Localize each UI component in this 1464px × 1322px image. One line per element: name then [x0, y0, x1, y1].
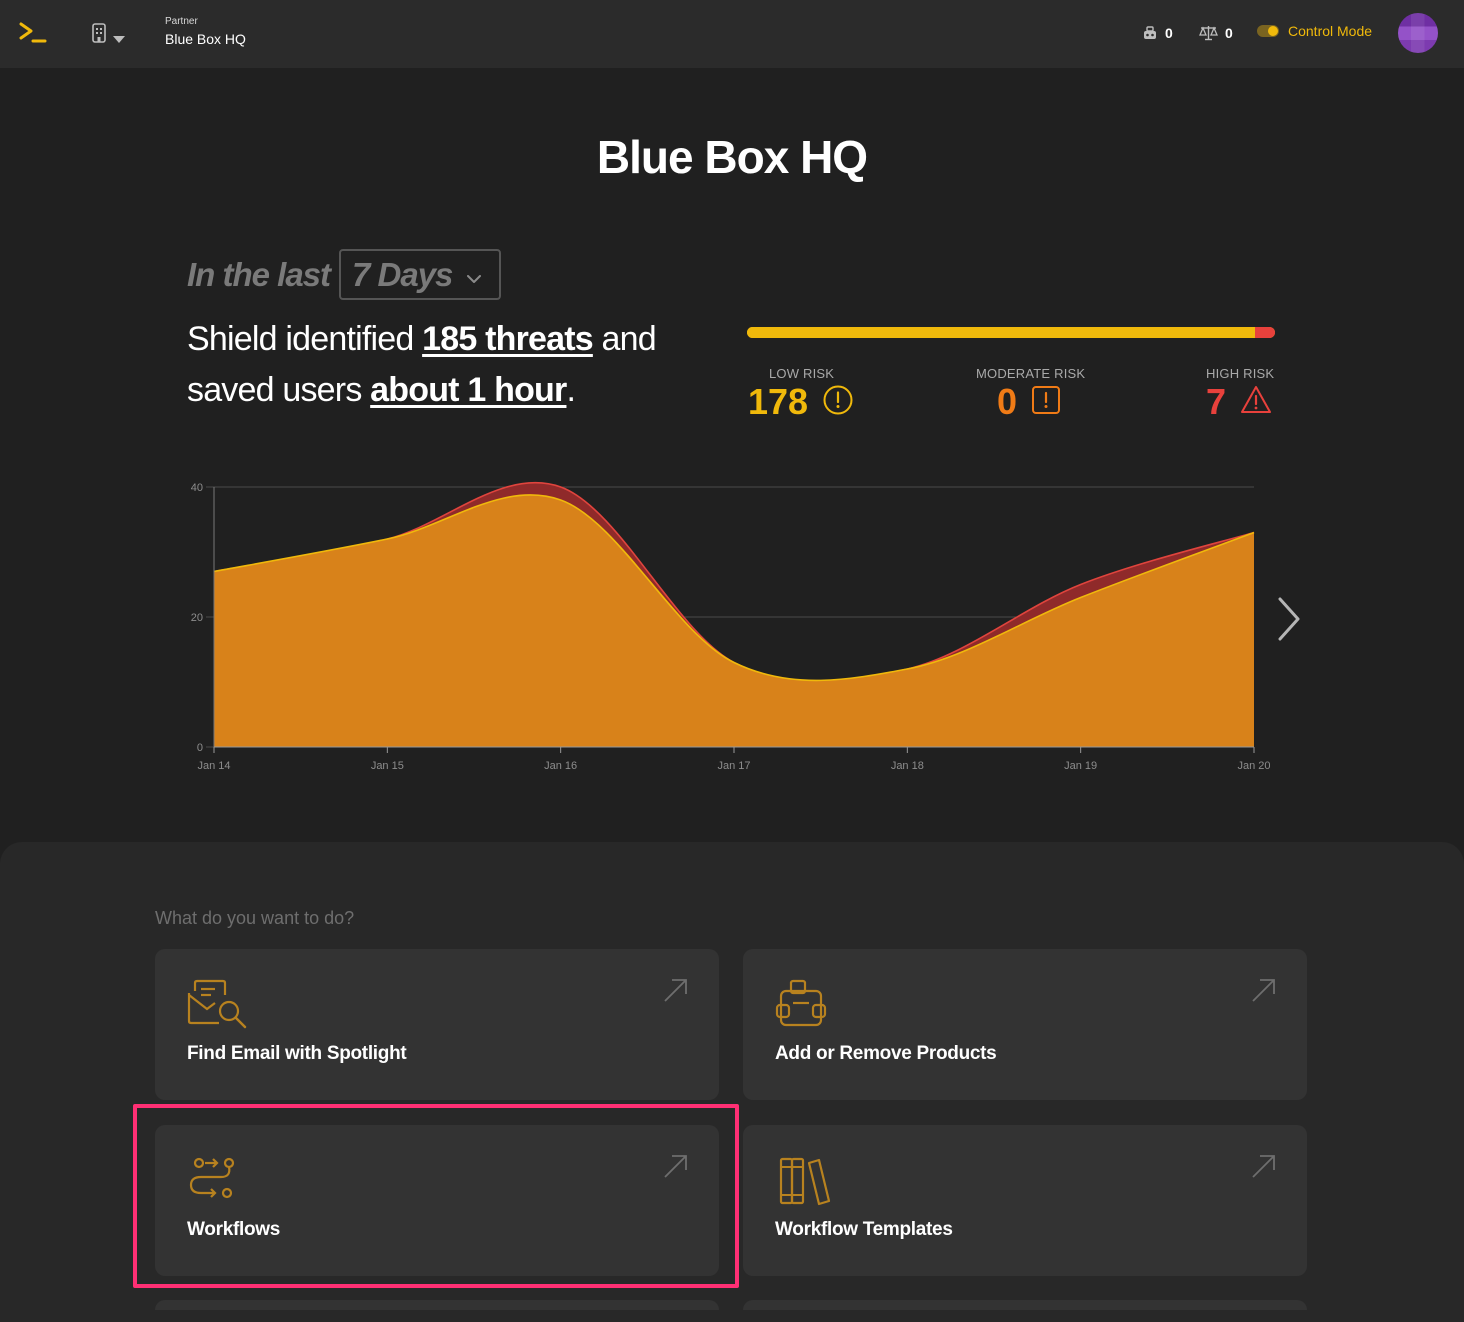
series-area-low [214, 494, 1254, 747]
action-card-workflow-templates[interactable]: Workflow Templates [743, 1125, 1307, 1276]
robot-count: 0 [1165, 25, 1173, 41]
x-tick-label: Jan 15 [371, 760, 404, 772]
user-avatar[interactable] [1398, 13, 1438, 53]
action-card-workflows[interactable]: Workflows [155, 1125, 719, 1276]
card-label: Workflow Templates [775, 1219, 953, 1240]
threats-link[interactable]: 185 threats [422, 320, 594, 358]
threats-area-chart: 02040 Jan 14 Jan 15 Jan 16 Jan 17 Jan 18 Jan … [191, 481, 1270, 772]
card-label: Find Email with Spotlight [187, 1043, 407, 1064]
period-select[interactable]: 7 Days [339, 249, 501, 300]
high-risk-stat[interactable]: HIGH RISK 7 [1206, 366, 1274, 423]
y-tick-label: 20 [191, 612, 203, 624]
chevron-right-icon[interactable] [1272, 595, 1304, 643]
page-title: Blue Box HQ [596, 131, 868, 183]
partner-info: Partner Blue Box HQ [165, 16, 246, 49]
package-icon [773, 977, 837, 1033]
summary-text: . [566, 371, 576, 409]
robot-counter[interactable]: 0 [1142, 24, 1173, 42]
summary-text: Shield identified [187, 320, 423, 358]
x-tick-label: Jan 17 [717, 760, 750, 772]
x-tick-label: Jan 14 [197, 760, 230, 772]
moderate-risk-label: MODERATE RISK [976, 366, 1086, 381]
terminal-prompt-icon[interactable] [18, 20, 48, 46]
low-risk-value: 178 [748, 381, 809, 422]
books-icon [773, 1153, 837, 1209]
robot-icon [1142, 25, 1158, 41]
control-mode-toggle[interactable]: Control Mode [1257, 23, 1372, 39]
scales-icon [1199, 25, 1218, 41]
partner-label: Partner [165, 16, 198, 27]
toggle-switch[interactable] [1257, 25, 1279, 37]
high-risk-value: 7 [1206, 381, 1227, 422]
alert-circle-icon [823, 385, 853, 420]
actions-title: What do you want to do? [155, 908, 355, 928]
action-card-products[interactable]: Add or Remove Products [743, 949, 1307, 1100]
arrow-up-right-icon [1251, 1153, 1277, 1179]
arrow-up-right-icon [663, 1153, 689, 1179]
partner-name[interactable]: Blue Box HQ [165, 29, 246, 49]
x-tick-label: Jan 20 [1237, 760, 1270, 772]
email-search-icon [185, 977, 249, 1033]
time-saved-link[interactable]: about 1 hour [370, 371, 567, 409]
risk-bar-low [747, 327, 1256, 338]
arrow-up-right-icon [1251, 977, 1277, 1003]
x-tick-label: Jan 16 [544, 760, 577, 772]
scales-counter[interactable]: 0 [1199, 24, 1233, 42]
action-card-spotlight[interactable]: Find Email with Spotlight [155, 949, 719, 1100]
arrow-up-right-icon [663, 977, 689, 1003]
x-tick-label: Jan 19 [1064, 760, 1097, 772]
high-risk-label: HIGH RISK [1206, 366, 1275, 381]
low-risk-stat[interactable]: LOW RISK 178 [748, 366, 853, 423]
action-card-partial[interactable] [155, 1300, 719, 1310]
x-axis-ticks: Jan 14 Jan 15 Jan 16 Jan 17 Jan 18 Jan 19 Jan … [197, 747, 1270, 772]
period-prefix: In the last [187, 256, 331, 293]
card-label: Add or Remove Products [775, 1043, 997, 1064]
low-risk-label: LOW RISK [769, 366, 835, 381]
y-axis-ticks: 0 20 40 [191, 482, 203, 754]
action-card-partial[interactable] [743, 1300, 1307, 1310]
card-label: Workflows [187, 1219, 281, 1240]
threat-summary: Shield identified 185 threats and saved … [187, 314, 727, 416]
scales-count: 0 [1225, 25, 1233, 41]
risk-distribution-bar [747, 327, 1275, 338]
caret-down-icon [113, 30, 125, 48]
moderate-risk-stat[interactable]: MODERATE RISK 0 [976, 366, 1085, 423]
period-value: 7 Days [352, 256, 453, 293]
building-icon [90, 22, 108, 49]
alert-triangle-icon [1240, 385, 1272, 420]
control-mode-label: Control Mode [1288, 23, 1373, 39]
alert-square-icon [1031, 385, 1061, 420]
y-tick-label: 0 [197, 742, 203, 754]
x-tick-label: Jan 18 [891, 760, 924, 772]
chevron-down-icon [467, 271, 481, 289]
moderate-risk-value: 0 [997, 381, 1018, 422]
top-bar: Partner Blue Box HQ 0 0 Control Mode [0, 0, 1464, 68]
y-tick-label: 40 [191, 482, 203, 494]
risk-bar-high [1255, 327, 1275, 338]
workflow-icon [185, 1153, 249, 1209]
org-switcher[interactable] [90, 22, 130, 44]
